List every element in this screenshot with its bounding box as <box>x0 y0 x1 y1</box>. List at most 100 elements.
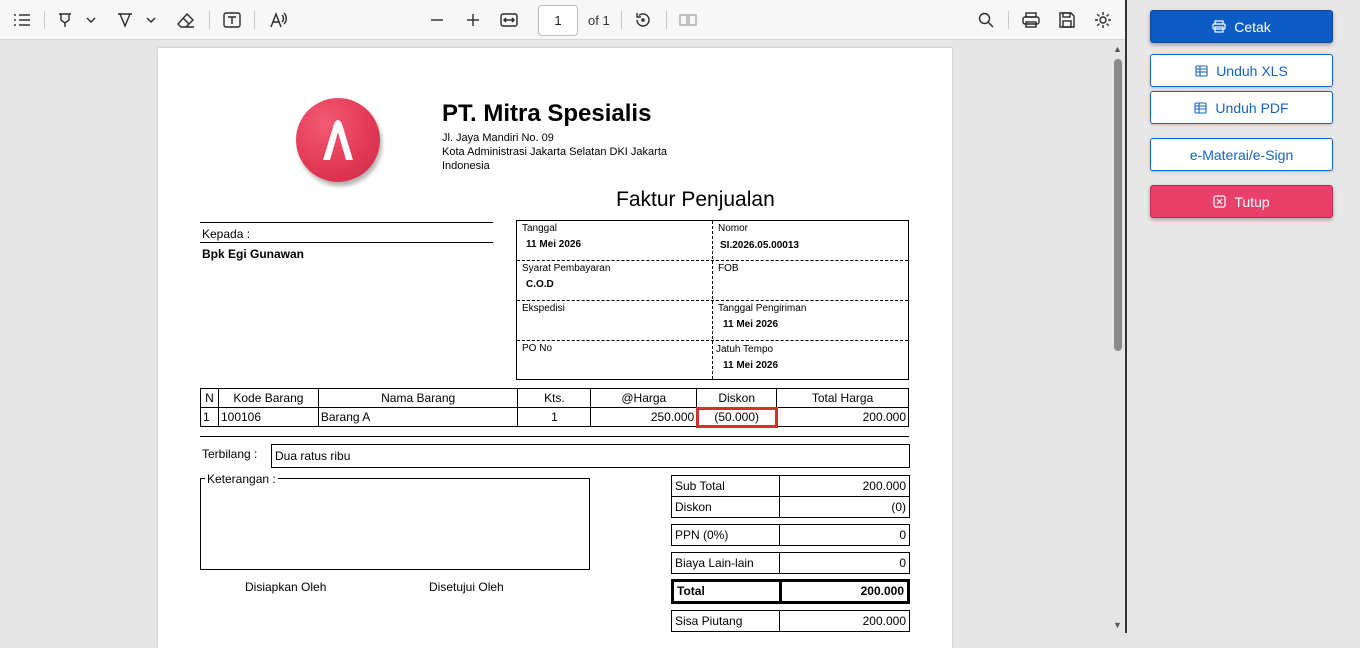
tanggal-value: 11 Mei 2026 <box>526 239 582 250</box>
company-address-3: Indonesia <box>442 160 490 172</box>
list-icon[interactable] <box>12 9 32 31</box>
print-icon[interactable] <box>1020 9 1042 31</box>
divider <box>200 436 909 437</box>
column-header: Diskon <box>696 388 778 408</box>
toolbar-separator <box>254 11 255 29</box>
text-box-icon[interactable] <box>222 9 242 31</box>
syarat-label: Syarat Pembayaran <box>522 263 611 274</box>
search-icon[interactable] <box>976 9 996 31</box>
toolbar-separator <box>621 11 622 29</box>
table-cell: 100106 <box>217 407 319 427</box>
column-header: N <box>200 388 219 408</box>
column-header: Total Harga <box>776 388 909 408</box>
ppn-row: PPN (0%) 0 <box>671 524 910 546</box>
scroll-down-icon[interactable]: ▼ <box>1113 620 1122 630</box>
scroll-up-icon[interactable]: ▲ <box>1113 44 1122 54</box>
rotate-icon[interactable] <box>633 9 653 31</box>
company-address-2: Kota Administrasi Jakarta Selatan DKI Ja… <box>442 146 667 158</box>
column-header: Kode Barang <box>217 388 319 408</box>
tutup-label: Tutup <box>1234 193 1270 210</box>
terbilang-label: Terbilang : <box>202 447 258 461</box>
pdf-toolbar: of 1 <box>0 0 1125 40</box>
info-divider <box>517 340 908 341</box>
approved-by-label: Disetujui Oleh <box>429 580 504 594</box>
tgl-kirim-label: Tanggal Pengiriman <box>718 303 807 314</box>
company-logo <box>296 98 380 182</box>
emeterai-button[interactable]: e-Materai/e-Sign <box>1150 138 1333 171</box>
logo-a-icon <box>323 120 353 160</box>
toolbar-separator <box>666 11 667 29</box>
biaya-value: 0 <box>899 556 906 570</box>
unduh-pdf-button[interactable]: Unduh PDF <box>1150 91 1333 124</box>
items-table: N Kode Barang Nama Barang Kts. @Harga Di… <box>200 388 909 428</box>
emeterai-label: e-Materai/e-Sign <box>1189 146 1294 163</box>
recipient-label: Kepada : <box>202 227 251 241</box>
biaya-label: Biaya Lain-lain <box>672 553 780 573</box>
eraser-icon[interactable] <box>176 9 196 31</box>
info-divider <box>517 300 908 301</box>
recipient-name: Bpk Egi Gunawan <box>202 247 305 261</box>
scroll-thumb[interactable] <box>1114 59 1122 351</box>
table-cell: 250.000 <box>590 407 698 427</box>
print-icon <box>1212 20 1226 33</box>
column-header: Nama Barang <box>317 388 519 408</box>
vertical-scrollbar[interactable]: ▲ ▼ <box>1110 41 1125 633</box>
zoom-in-icon[interactable] <box>464 9 482 31</box>
settings-icon[interactable] <box>1093 9 1113 31</box>
subtotal-value: 200.000 <box>862 479 906 493</box>
save-icon[interactable] <box>1057 9 1077 31</box>
terbilang-value: Dua ratus ribu <box>271 444 910 468</box>
company-address-1: Jl. Jaya Mandiri No. 09 <box>442 132 554 144</box>
company-name: PT. Mitra Spesialis <box>442 100 652 127</box>
subtotal-label: Sub Total <box>672 476 780 496</box>
unduh-pdf-label: Unduh PDF <box>1215 99 1289 116</box>
table-row: 1 100106 Barang A 1 250.000 (50.000) 200… <box>200 406 909 428</box>
jatuh-tempo-value: 11 Mei 2026 <box>723 360 779 371</box>
ppn-value: 0 <box>899 528 906 542</box>
cetak-button[interactable]: Cetak <box>1150 10 1333 43</box>
tutup-button[interactable]: Tutup <box>1150 185 1333 218</box>
table-cell: 200.000 <box>776 407 909 427</box>
sisa-value: 200.000 <box>862 614 906 628</box>
cetak-label: Cetak <box>1234 18 1271 35</box>
total-row: Total 200.000 <box>671 579 910 604</box>
diskon-label: Diskon <box>672 497 780 517</box>
toolbar-separator <box>44 11 45 29</box>
tgl-kirim-value: 11 Mei 2026 <box>723 319 779 330</box>
page-number-input[interactable] <box>538 5 578 36</box>
table-cell: Barang A <box>317 407 519 427</box>
nomor-label: Nomor <box>718 223 749 234</box>
divider <box>200 242 493 243</box>
highlight-icon[interactable] <box>56 9 74 31</box>
tanggal-label: Tanggal <box>522 223 558 234</box>
sisa-label: Sisa Piutang <box>672 611 780 631</box>
nomor-value: SI.2026.05.00013 <box>720 240 799 251</box>
toolbar-separator <box>209 11 210 29</box>
pdf-viewer: of 1 PT. Mitra Spesialis Jl. Jaya M <box>0 0 1125 648</box>
draw-icon[interactable] <box>116 9 134 31</box>
fit-width-icon[interactable] <box>499 9 519 31</box>
read-aloud-icon[interactable] <box>268 9 288 31</box>
total-label: Total <box>674 582 782 601</box>
page-total-label: of 1 <box>588 13 610 28</box>
column-header: Kts. <box>517 388 592 408</box>
keterangan-box <box>200 478 590 570</box>
divider <box>200 222 493 223</box>
highlighted-discount-cell: (50.000) <box>695 406 778 428</box>
table-header-row: N Kode Barang Nama Barang Kts. @Harga Di… <box>200 388 909 408</box>
toolbar-separator <box>1008 11 1009 29</box>
zoom-out-icon[interactable] <box>428 9 446 31</box>
fob-label: FOB <box>718 263 739 274</box>
sisa-row: Sisa Piutang 200.000 <box>671 610 910 632</box>
diskon-value: (0) <box>891 500 906 514</box>
unduh-xls-button[interactable]: Unduh XLS <box>1150 54 1333 87</box>
column-header: @Harga <box>590 388 698 408</box>
jatuh-tempo-label: Jatuh Tempo <box>716 344 774 355</box>
table-cell: 1 <box>200 407 219 427</box>
syarat-value: C.O.D <box>526 279 554 290</box>
invoice-page: PT. Mitra Spesialis Jl. Jaya Mandiri No.… <box>158 48 952 648</box>
chevron-down-icon[interactable] <box>86 9 96 31</box>
close-icon <box>1213 195 1226 208</box>
chevron-down-icon[interactable] <box>146 9 156 31</box>
document-title: Faktur Penjualan <box>616 188 775 211</box>
